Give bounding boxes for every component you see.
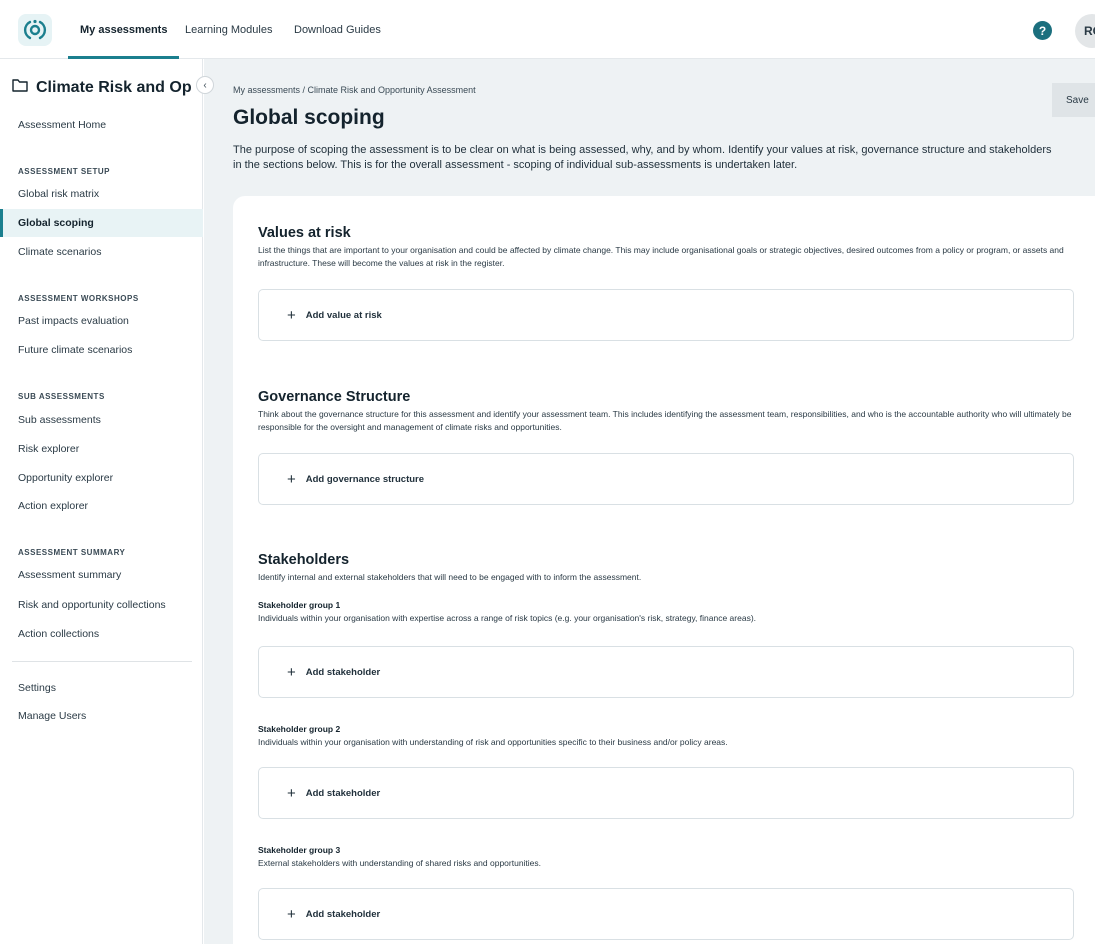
- sidebar-item-assessment-summary[interactable]: Assessment summary: [0, 561, 203, 589]
- stakeholder-group-3-description: External stakeholders with understanding…: [258, 858, 542, 868]
- stakeholder-group-2-description: Individuals within your organisation wit…: [258, 737, 728, 747]
- stakeholder-group-3-title: Stakeholder group 3: [258, 845, 341, 855]
- governance-structure-description: Think about the governance structure for…: [258, 409, 1072, 432]
- sidebar-item-risk-explorer[interactable]: Risk explorer: [0, 435, 203, 463]
- add-value-at-risk-button[interactable]: + Add value at risk: [258, 289, 1074, 341]
- stakeholders-description: Identify internal and external stakehold…: [258, 572, 642, 582]
- add-stakeholder-label: Add stakeholder: [305, 787, 381, 799]
- sidebar-heading-sub-assessments: SUB ASSESSMENTS: [18, 392, 105, 401]
- add-governance-structure-label: Add governance structure: [305, 473, 425, 485]
- tab-my-assessments[interactable]: My assessments: [67, 0, 180, 59]
- sidebar-item-global-scoping[interactable]: Global scoping: [0, 209, 203, 237]
- add-stakeholder-label: Add stakeholder: [305, 666, 381, 678]
- page-title: Global scoping: [233, 106, 385, 129]
- sidebar-item-global-risk-matrix[interactable]: Global risk matrix: [0, 180, 203, 208]
- page-description: The purpose of scoping the assessment is…: [233, 144, 1052, 171]
- plus-icon: +: [287, 306, 296, 324]
- sidebar-heading-setup: ASSESSMENT SETUP: [18, 167, 111, 176]
- user-avatar[interactable]: RC: [1075, 14, 1095, 48]
- sidebar-divider: [12, 661, 192, 662]
- help-icon[interactable]: ?: [1033, 21, 1052, 40]
- scoping-card: Values at risk List the things that are …: [233, 196, 1095, 944]
- plus-icon: +: [287, 470, 296, 488]
- assessment-title-text: Climate Risk and Op...: [36, 78, 192, 96]
- sidebar-item-manage-users[interactable]: Manage Users: [0, 702, 203, 730]
- stakeholder-group-1-description: Individuals within your organisation wit…: [258, 613, 757, 623]
- plus-icon: +: [287, 784, 296, 802]
- sidebar-item-climate-scenarios[interactable]: Climate scenarios: [0, 238, 203, 266]
- assessment-title: Climate Risk and Op...: [12, 78, 192, 97]
- plus-icon: +: [287, 663, 296, 681]
- sidebar-item-past-impacts[interactable]: Past impacts evaluation: [0, 307, 203, 335]
- add-stakeholder-group-1-button[interactable]: + Add stakeholder: [258, 646, 1074, 698]
- app-logo-icon[interactable]: [18, 14, 52, 46]
- sidebar: Climate Risk and Op... Assessment Home A…: [0, 59, 203, 944]
- sidebar-item-opportunity-explorer[interactable]: Opportunity explorer: [0, 464, 203, 492]
- sidebar-item-action-collections[interactable]: Action collections: [0, 620, 203, 648]
- stakeholder-group-2-title: Stakeholder group 2: [258, 724, 341, 734]
- tab-learning-modules[interactable]: Learning Modules: [185, 0, 272, 59]
- save-button[interactable]: Save: [1052, 83, 1095, 117]
- sidebar-item-risk-opportunity-collections[interactable]: Risk and opportunity collections: [0, 591, 203, 619]
- stakeholder-group-1-title: Stakeholder group 1: [258, 600, 341, 610]
- sidebar-heading-summary: ASSESSMENT SUMMARY: [18, 548, 126, 557]
- values-at-risk-title: Values at risk: [258, 225, 351, 241]
- sidebar-item-settings[interactable]: Settings: [0, 674, 203, 702]
- add-stakeholder-label: Add stakeholder: [305, 908, 381, 920]
- add-governance-structure-button[interactable]: + Add governance structure: [258, 453, 1074, 505]
- add-value-at-risk-label: Add value at risk: [305, 309, 382, 321]
- collapse-sidebar-icon[interactable]: ‹: [196, 76, 214, 94]
- top-navigation-bar: My assessments Learning Modules Download…: [0, 0, 1095, 59]
- sidebar-item-action-explorer[interactable]: Action explorer: [0, 492, 203, 520]
- folder-icon: [12, 78, 28, 97]
- sidebar-item-assessment-home[interactable]: Assessment Home: [0, 111, 203, 139]
- sidebar-item-sub-assessments[interactable]: Sub assessments: [0, 406, 203, 434]
- main-content: My assessments / Climate Risk and Opport…: [204, 59, 1095, 944]
- plus-icon: +: [287, 905, 296, 923]
- breadcrumb[interactable]: My assessments / Climate Risk and Opport…: [233, 85, 476, 95]
- sidebar-item-future-climate-scenarios[interactable]: Future climate scenarios: [0, 336, 203, 364]
- tab-download-guides[interactable]: Download Guides: [294, 0, 381, 59]
- add-stakeholder-group-2-button[interactable]: + Add stakeholder: [258, 767, 1074, 819]
- add-stakeholder-group-3-button[interactable]: + Add stakeholder: [258, 888, 1074, 940]
- stakeholders-title: Stakeholders: [258, 552, 350, 568]
- values-at-risk-description: List the things that are important to yo…: [258, 245, 1064, 268]
- sidebar-heading-workshops: ASSESSMENT WORKSHOPS: [18, 294, 139, 303]
- governance-structure-title: Governance Structure: [258, 389, 411, 405]
